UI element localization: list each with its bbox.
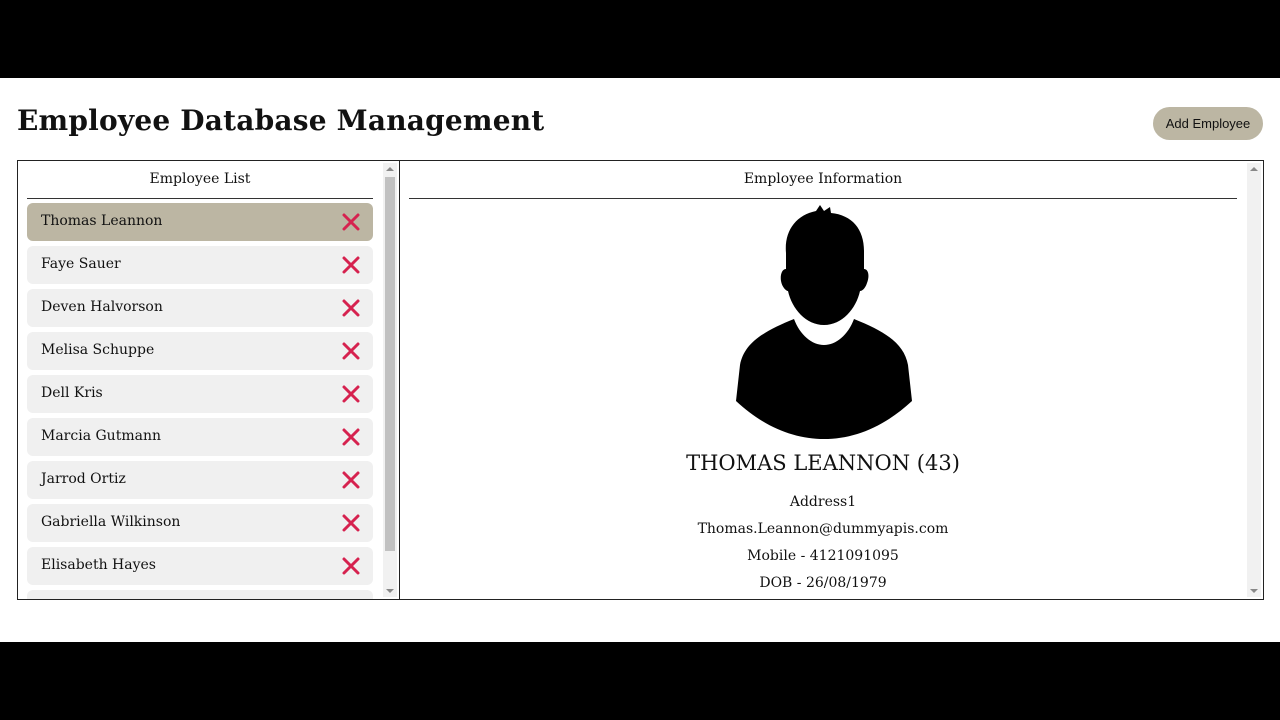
- employee-name: Deven Halvorson: [41, 299, 163, 315]
- employee-name: Elisabeth Hayes: [41, 557, 156, 573]
- scroll-up-arrow-icon[interactable]: [386, 167, 394, 171]
- employee-list-heading: Employee List: [27, 161, 373, 199]
- list-item[interactable]: Thomas Leannon: [27, 203, 373, 241]
- close-x-icon: [342, 385, 360, 403]
- delete-employee-button[interactable]: [341, 513, 361, 533]
- page-title: Employee Database Management: [17, 104, 545, 137]
- person-silhouette-icon: [736, 205, 912, 439]
- employee-name: Dell Kris: [41, 385, 103, 401]
- employee-name: Melisa Schuppe: [41, 342, 155, 358]
- list-item[interactable]: Deven Halvorson: [27, 289, 373, 327]
- employee-name: Thomas Leannon: [41, 213, 163, 229]
- close-x-icon: [342, 557, 360, 575]
- delete-employee-button[interactable]: [341, 255, 361, 275]
- employee-email: Thomas.Leannon@dummyapis.com: [697, 521, 949, 537]
- employee-address: Address1: [789, 494, 857, 510]
- employee-list-scrollbar[interactable]: [383, 163, 397, 597]
- employee-mobile: Mobile - 4121091095: [747, 548, 899, 564]
- list-item[interactable]: Faye Sauer: [27, 246, 373, 284]
- close-x-icon: [342, 213, 360, 231]
- close-x-icon: [342, 514, 360, 532]
- employee-list-panel: Employee List Thomas Leannon Faye Sauer …: [17, 160, 400, 600]
- delete-employee-button[interactable]: [341, 341, 361, 361]
- delete-employee-button[interactable]: [341, 384, 361, 404]
- employee-info-scrollbar[interactable]: [1247, 163, 1261, 597]
- delete-employee-button[interactable]: [341, 470, 361, 490]
- employee-info-panel: Employee Information THOMAS LEANNON (43)…: [399, 160, 1264, 600]
- scroll-down-arrow-icon[interactable]: [1250, 589, 1258, 593]
- letterbox-bottom: [0, 642, 1280, 720]
- employee-info-heading: Employee Information: [409, 161, 1237, 199]
- delete-employee-button[interactable]: [341, 556, 361, 576]
- app-page: Employee Database Management Add Employe…: [0, 78, 1280, 642]
- delete-employee-button[interactable]: [341, 298, 361, 318]
- list-item[interactable]: Elisabeth Hayes: [27, 547, 373, 585]
- close-x-icon: [342, 299, 360, 317]
- letterbox-top: [0, 0, 1280, 78]
- scroll-up-arrow-icon[interactable]: [1250, 167, 1258, 171]
- list-item-partial[interactable]: [27, 590, 373, 599]
- employee-name: Jarrod Ortiz: [41, 471, 126, 487]
- close-x-icon: [342, 471, 360, 489]
- employee-list: Thomas Leannon Faye Sauer Deven Halvorso…: [27, 203, 373, 599]
- list-item[interactable]: Dell Kris: [27, 375, 373, 413]
- employee-dob: DOB - 26/08/1979: [759, 575, 887, 591]
- add-employee-button[interactable]: Add Employee: [1153, 107, 1263, 140]
- scroll-thumb[interactable]: [385, 177, 395, 551]
- employee-name: Marcia Gutmann: [41, 428, 161, 444]
- close-x-icon: [342, 342, 360, 360]
- employee-name-age: THOMAS LEANNON (43): [686, 451, 960, 475]
- close-x-icon: [342, 256, 360, 274]
- list-item[interactable]: Gabriella Wilkinson: [27, 504, 373, 542]
- list-item[interactable]: Marcia Gutmann: [27, 418, 373, 456]
- employee-name: Gabriella Wilkinson: [41, 514, 181, 530]
- scroll-down-arrow-icon[interactable]: [386, 589, 394, 593]
- close-x-icon: [342, 428, 360, 446]
- delete-employee-button[interactable]: [341, 427, 361, 447]
- list-item[interactable]: Jarrod Ortiz: [27, 461, 373, 499]
- delete-employee-button[interactable]: [341, 212, 361, 232]
- list-item[interactable]: Melisa Schuppe: [27, 332, 373, 370]
- employee-name: Faye Sauer: [41, 256, 121, 272]
